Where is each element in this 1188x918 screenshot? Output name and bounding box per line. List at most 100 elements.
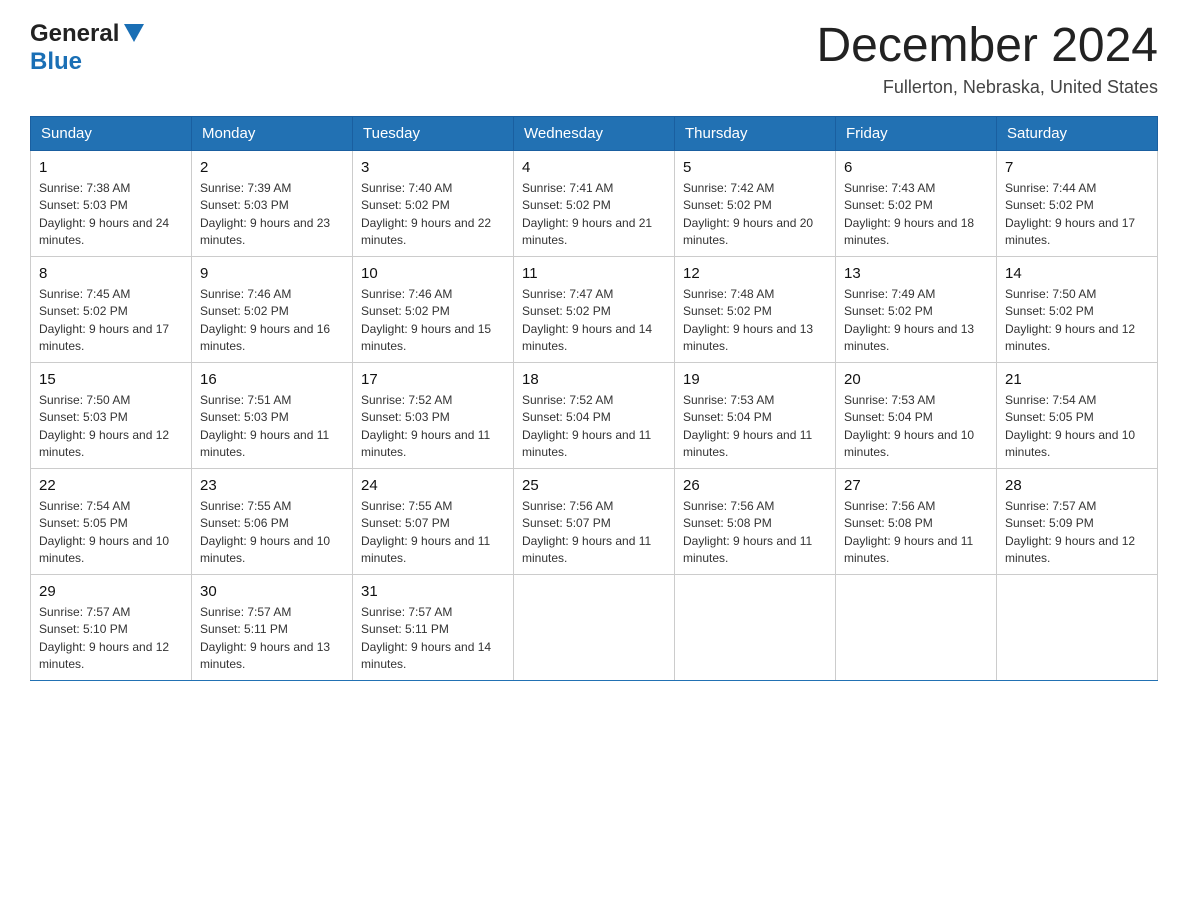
weekday-header-friday: Friday — [836, 116, 997, 150]
day-info: Sunrise: 7:53 AMSunset: 5:04 PMDaylight:… — [844, 393, 974, 460]
day-info: Sunrise: 7:38 AMSunset: 5:03 PMDaylight:… — [39, 181, 169, 248]
calendar-cell: 20 Sunrise: 7:53 AMSunset: 5:04 PMDaylig… — [836, 362, 997, 468]
day-number: 27 — [844, 475, 988, 496]
day-info: Sunrise: 7:54 AMSunset: 5:05 PMDaylight:… — [39, 499, 169, 566]
day-info: Sunrise: 7:48 AMSunset: 5:02 PMDaylight:… — [683, 287, 813, 354]
day-info: Sunrise: 7:44 AMSunset: 5:02 PMDaylight:… — [1005, 181, 1135, 248]
day-number: 4 — [522, 157, 666, 178]
day-info: Sunrise: 7:45 AMSunset: 5:02 PMDaylight:… — [39, 287, 169, 354]
calendar-cell: 25 Sunrise: 7:56 AMSunset: 5:07 PMDaylig… — [514, 468, 675, 574]
calendar-cell: 15 Sunrise: 7:50 AMSunset: 5:03 PMDaylig… — [31, 362, 192, 468]
calendar-cell: 27 Sunrise: 7:56 AMSunset: 5:08 PMDaylig… — [836, 468, 997, 574]
calendar-week-row: 8 Sunrise: 7:45 AMSunset: 5:02 PMDayligh… — [31, 256, 1158, 362]
calendar-cell: 31 Sunrise: 7:57 AMSunset: 5:11 PMDaylig… — [353, 574, 514, 680]
day-info: Sunrise: 7:56 AMSunset: 5:08 PMDaylight:… — [683, 499, 812, 566]
day-number: 14 — [1005, 263, 1149, 284]
day-info: Sunrise: 7:47 AMSunset: 5:02 PMDaylight:… — [522, 287, 652, 354]
day-info: Sunrise: 7:39 AMSunset: 5:03 PMDaylight:… — [200, 181, 330, 248]
day-number: 1 — [39, 157, 183, 178]
calendar-cell: 18 Sunrise: 7:52 AMSunset: 5:04 PMDaylig… — [514, 362, 675, 468]
calendar-cell: 16 Sunrise: 7:51 AMSunset: 5:03 PMDaylig… — [192, 362, 353, 468]
day-number: 5 — [683, 157, 827, 178]
calendar-cell: 24 Sunrise: 7:55 AMSunset: 5:07 PMDaylig… — [353, 468, 514, 574]
calendar-cell — [836, 574, 997, 680]
calendar-cell — [997, 574, 1158, 680]
day-number: 17 — [361, 369, 505, 390]
logo: General Blue — [30, 20, 144, 76]
logo-blue-text: Blue — [30, 48, 82, 75]
day-number: 2 — [200, 157, 344, 178]
day-number: 9 — [200, 263, 344, 284]
logo-general-text: General — [30, 20, 119, 48]
day-info: Sunrise: 7:57 AMSunset: 5:11 PMDaylight:… — [361, 605, 491, 672]
weekday-header-sunday: Sunday — [31, 116, 192, 150]
location-subtitle: Fullerton, Nebraska, United States — [816, 77, 1158, 98]
calendar-cell: 30 Sunrise: 7:57 AMSunset: 5:11 PMDaylig… — [192, 574, 353, 680]
day-number: 8 — [39, 263, 183, 284]
calendar-cell: 4 Sunrise: 7:41 AMSunset: 5:02 PMDayligh… — [514, 150, 675, 256]
weekday-header-monday: Monday — [192, 116, 353, 150]
day-number: 24 — [361, 475, 505, 496]
calendar-cell: 2 Sunrise: 7:39 AMSunset: 5:03 PMDayligh… — [192, 150, 353, 256]
day-number: 12 — [683, 263, 827, 284]
day-info: Sunrise: 7:51 AMSunset: 5:03 PMDaylight:… — [200, 393, 329, 460]
day-info: Sunrise: 7:57 AMSunset: 5:10 PMDaylight:… — [39, 605, 169, 672]
calendar-cell: 19 Sunrise: 7:53 AMSunset: 5:04 PMDaylig… — [675, 362, 836, 468]
calendar-week-row: 15 Sunrise: 7:50 AMSunset: 5:03 PMDaylig… — [31, 362, 1158, 468]
calendar-cell: 6 Sunrise: 7:43 AMSunset: 5:02 PMDayligh… — [836, 150, 997, 256]
day-info: Sunrise: 7:50 AMSunset: 5:03 PMDaylight:… — [39, 393, 169, 460]
calendar-cell: 21 Sunrise: 7:54 AMSunset: 5:05 PMDaylig… — [997, 362, 1158, 468]
weekday-header-wednesday: Wednesday — [514, 116, 675, 150]
calendar-cell: 7 Sunrise: 7:44 AMSunset: 5:02 PMDayligh… — [997, 150, 1158, 256]
day-number: 15 — [39, 369, 183, 390]
day-number: 11 — [522, 263, 666, 284]
calendar-cell: 26 Sunrise: 7:56 AMSunset: 5:08 PMDaylig… — [675, 468, 836, 574]
day-info: Sunrise: 7:55 AMSunset: 5:07 PMDaylight:… — [361, 499, 490, 566]
day-info: Sunrise: 7:46 AMSunset: 5:02 PMDaylight:… — [200, 287, 330, 354]
weekday-header-tuesday: Tuesday — [353, 116, 514, 150]
page-header: General Blue December 2024 Fullerton, Ne… — [30, 20, 1158, 98]
day-info: Sunrise: 7:50 AMSunset: 5:02 PMDaylight:… — [1005, 287, 1135, 354]
calendar-cell: 11 Sunrise: 7:47 AMSunset: 5:02 PMDaylig… — [514, 256, 675, 362]
day-number: 18 — [522, 369, 666, 390]
calendar-cell: 10 Sunrise: 7:46 AMSunset: 5:02 PMDaylig… — [353, 256, 514, 362]
day-info: Sunrise: 7:55 AMSunset: 5:06 PMDaylight:… — [200, 499, 330, 566]
weekday-header-row: SundayMondayTuesdayWednesdayThursdayFrid… — [31, 116, 1158, 150]
day-info: Sunrise: 7:43 AMSunset: 5:02 PMDaylight:… — [844, 181, 974, 248]
weekday-header-saturday: Saturday — [997, 116, 1158, 150]
calendar-week-row: 1 Sunrise: 7:38 AMSunset: 5:03 PMDayligh… — [31, 150, 1158, 256]
calendar-cell — [514, 574, 675, 680]
day-info: Sunrise: 7:52 AMSunset: 5:03 PMDaylight:… — [361, 393, 490, 460]
day-number: 28 — [1005, 475, 1149, 496]
day-number: 13 — [844, 263, 988, 284]
calendar-cell: 5 Sunrise: 7:42 AMSunset: 5:02 PMDayligh… — [675, 150, 836, 256]
day-number: 22 — [39, 475, 183, 496]
calendar-cell — [675, 574, 836, 680]
day-info: Sunrise: 7:42 AMSunset: 5:02 PMDaylight:… — [683, 181, 813, 248]
day-info: Sunrise: 7:53 AMSunset: 5:04 PMDaylight:… — [683, 393, 812, 460]
day-number: 31 — [361, 581, 505, 602]
calendar-cell: 1 Sunrise: 7:38 AMSunset: 5:03 PMDayligh… — [31, 150, 192, 256]
day-number: 29 — [39, 581, 183, 602]
day-info: Sunrise: 7:56 AMSunset: 5:07 PMDaylight:… — [522, 499, 651, 566]
calendar-cell: 17 Sunrise: 7:52 AMSunset: 5:03 PMDaylig… — [353, 362, 514, 468]
day-info: Sunrise: 7:41 AMSunset: 5:02 PMDaylight:… — [522, 181, 652, 248]
calendar-cell: 8 Sunrise: 7:45 AMSunset: 5:02 PMDayligh… — [31, 256, 192, 362]
day-info: Sunrise: 7:54 AMSunset: 5:05 PMDaylight:… — [1005, 393, 1135, 460]
day-number: 30 — [200, 581, 344, 602]
day-info: Sunrise: 7:52 AMSunset: 5:04 PMDaylight:… — [522, 393, 651, 460]
calendar-cell: 3 Sunrise: 7:40 AMSunset: 5:02 PMDayligh… — [353, 150, 514, 256]
month-title: December 2024 — [816, 20, 1158, 73]
title-section: December 2024 Fullerton, Nebraska, Unite… — [816, 20, 1158, 98]
day-number: 20 — [844, 369, 988, 390]
calendar-cell: 28 Sunrise: 7:57 AMSunset: 5:09 PMDaylig… — [997, 468, 1158, 574]
day-number: 16 — [200, 369, 344, 390]
calendar-cell: 13 Sunrise: 7:49 AMSunset: 5:02 PMDaylig… — [836, 256, 997, 362]
day-number: 25 — [522, 475, 666, 496]
calendar-cell: 9 Sunrise: 7:46 AMSunset: 5:02 PMDayligh… — [192, 256, 353, 362]
day-info: Sunrise: 7:56 AMSunset: 5:08 PMDaylight:… — [844, 499, 973, 566]
day-info: Sunrise: 7:40 AMSunset: 5:02 PMDaylight:… — [361, 181, 491, 248]
day-number: 19 — [683, 369, 827, 390]
day-info: Sunrise: 7:49 AMSunset: 5:02 PMDaylight:… — [844, 287, 974, 354]
day-number: 7 — [1005, 157, 1149, 178]
